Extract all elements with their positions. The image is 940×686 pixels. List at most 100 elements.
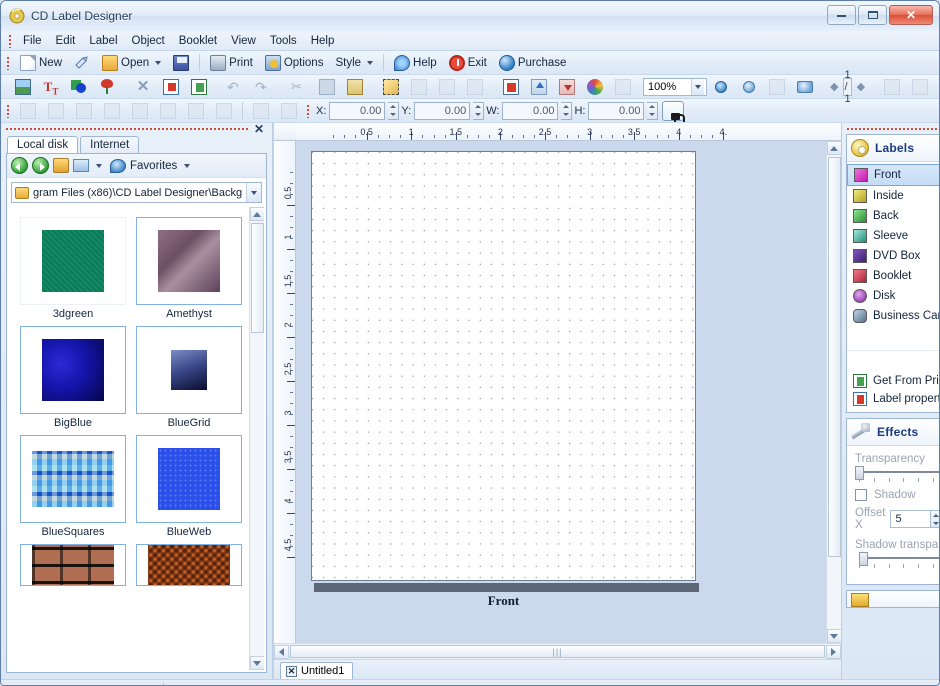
get-from-print-layout-action[interactable]: Get From Print Layout	[847, 370, 939, 392]
menu-help[interactable]: Help	[304, 33, 342, 49]
exit-button[interactable]: Exit	[443, 53, 493, 73]
label-item-inside[interactable]: Inside	[847, 186, 939, 206]
thumbnail-image-burlap[interactable]	[136, 544, 242, 586]
w-stepper[interactable]	[561, 101, 573, 120]
up-folder-icon[interactable]	[53, 158, 69, 173]
label-page[interactable]	[311, 151, 696, 581]
label-item-dvd-box[interactable]: DVD Box	[847, 246, 939, 266]
views-dropdown-arrow[interactable]	[96, 163, 102, 168]
zoom-fit-button[interactable]	[763, 77, 791, 97]
shadow-transparency-slider-knob[interactable]	[859, 552, 868, 566]
left-dock-grip[interactable]	[5, 126, 250, 131]
delete-button[interactable]: ✕	[129, 77, 157, 97]
offset-x-stepper[interactable]: 5	[890, 510, 939, 528]
thumbnail-image-blueweb[interactable]	[136, 435, 242, 523]
label-item-booklet[interactable]: Booklet	[847, 266, 939, 286]
document-tab-close-icon[interactable]: ✕	[286, 665, 297, 677]
new-button[interactable]: New	[14, 53, 68, 73]
label-item-disk[interactable]: Disk	[847, 286, 939, 306]
ungroup-button[interactable]	[433, 77, 461, 97]
bring-forward-button[interactable]	[525, 77, 553, 97]
same-width-button[interactable]	[247, 101, 275, 121]
purchase-button[interactable]: Purchase	[493, 53, 573, 73]
open-dropdown-arrow[interactable]	[155, 60, 162, 65]
menu-view[interactable]: View	[224, 33, 263, 49]
y-stepper[interactable]	[473, 101, 485, 120]
select-all-button[interactable]	[377, 77, 405, 97]
thumbnail-item[interactable]: BlueSquares	[15, 431, 131, 540]
scroll-right-icon[interactable]	[826, 644, 841, 659]
insert-shape-button[interactable]	[65, 77, 93, 97]
paste-button[interactable]	[341, 77, 369, 97]
zoom-combo[interactable]: 100%	[643, 77, 707, 96]
cut-button[interactable]: ✂	[285, 77, 313, 97]
geometry-grip[interactable]	[306, 103, 311, 118]
shadow-checkbox-row[interactable]: Shadow	[855, 489, 939, 501]
menu-object[interactable]: Object	[125, 33, 172, 49]
align-toolbar-grip[interactable]	[6, 103, 11, 118]
redo-button[interactable]: ↷	[249, 77, 277, 97]
options-button[interactable]: Options	[259, 53, 330, 73]
scrollbar-thumb[interactable]	[250, 223, 264, 333]
right-dock-handle[interactable]: ✕	[842, 123, 939, 134]
thumbnail-item[interactable]: BlueGrid	[131, 322, 247, 431]
thumbnail-item[interactable]	[15, 540, 131, 586]
align-left-button[interactable]	[14, 101, 42, 121]
left-dock-close-icon[interactable]: ✕	[250, 123, 268, 135]
label-item-sleeve[interactable]: Sleeve	[847, 226, 939, 246]
x-input[interactable]: 0.00	[329, 101, 386, 120]
undo-button[interactable]: ↶	[221, 77, 249, 97]
label-item-business-card[interactable]: Business Card	[847, 306, 939, 326]
group-button[interactable]	[405, 77, 433, 97]
insert-text-button[interactable]: TT	[37, 77, 65, 97]
thumbnail-image-3dgreen[interactable]	[20, 217, 126, 305]
style-dropdown-arrow[interactable]	[367, 60, 374, 65]
menu-tools[interactable]: Tools	[263, 33, 304, 49]
canvas-horizontal-scrollbar[interactable]: |||	[274, 643, 841, 659]
menu-file[interactable]: File	[16, 33, 49, 49]
back-arrow-icon[interactable]	[11, 157, 28, 174]
hscrollbar-thumb[interactable]: |||	[290, 645, 825, 658]
horizontal-ruler[interactable]: 0.5 1 1.5 2 2.5 3 3.5 4 4.	[296, 123, 841, 141]
scroll-down-icon[interactable]	[249, 656, 264, 670]
same-height-button[interactable]	[275, 101, 303, 121]
toolbar-grip[interactable]	[6, 55, 11, 70]
thumbnail-item[interactable]: 3dgreen	[15, 213, 131, 322]
color-wheel-button[interactable]	[581, 77, 609, 97]
send-backward-button[interactable]	[553, 77, 581, 97]
thumbnail-item[interactable]	[131, 540, 247, 586]
next-panel-partial[interactable]	[846, 590, 939, 608]
favorites-label[interactable]: Favorites	[130, 160, 177, 172]
labels-panel-header[interactable]: Labels	[847, 135, 939, 162]
thumbnail-item[interactable]: BigBlue	[15, 322, 131, 431]
scroll-up-icon[interactable]	[249, 207, 264, 221]
views-icon[interactable]	[73, 159, 89, 172]
page-indicator[interactable]: 1 / 1	[843, 69, 852, 105]
minimize-button[interactable]	[827, 5, 856, 25]
offset-x-spin-buttons[interactable]	[930, 510, 939, 528]
tab-internet[interactable]: Internet	[80, 136, 140, 153]
thumbnail-image-brick[interactable]	[20, 544, 126, 586]
layers-button[interactable]	[497, 77, 525, 97]
print-button[interactable]: Print	[204, 53, 259, 73]
style-button[interactable]: Style	[329, 53, 379, 73]
thumbnail-image-bigblue[interactable]	[20, 326, 126, 414]
scroll-left-icon[interactable]	[274, 644, 289, 659]
path-dropdown-arrow[interactable]	[246, 183, 261, 202]
next-panel-header[interactable]	[847, 591, 939, 607]
thumbnail-image-amethyst[interactable]	[136, 217, 242, 305]
thumbnail-image-bluesquares[interactable]	[20, 435, 126, 523]
insert-image-button[interactable]	[9, 77, 37, 97]
copy-button[interactable]	[313, 77, 341, 97]
align-middle-button[interactable]	[126, 101, 154, 121]
object-properties-button[interactable]	[157, 77, 185, 97]
prev-page-icon[interactable]: ◆	[825, 80, 843, 93]
align-center-button[interactable]	[42, 101, 70, 121]
open-button[interactable]: Open	[96, 53, 167, 73]
align-bottom-button[interactable]	[154, 101, 182, 121]
zoom-actual-button[interactable]	[791, 77, 819, 97]
w-input[interactable]: 0.00	[502, 101, 559, 120]
lock-aspect-button[interactable]	[662, 100, 686, 122]
insert-clipart-button[interactable]	[93, 77, 121, 97]
thumbnail-item[interactable]: Amethyst	[131, 213, 247, 322]
